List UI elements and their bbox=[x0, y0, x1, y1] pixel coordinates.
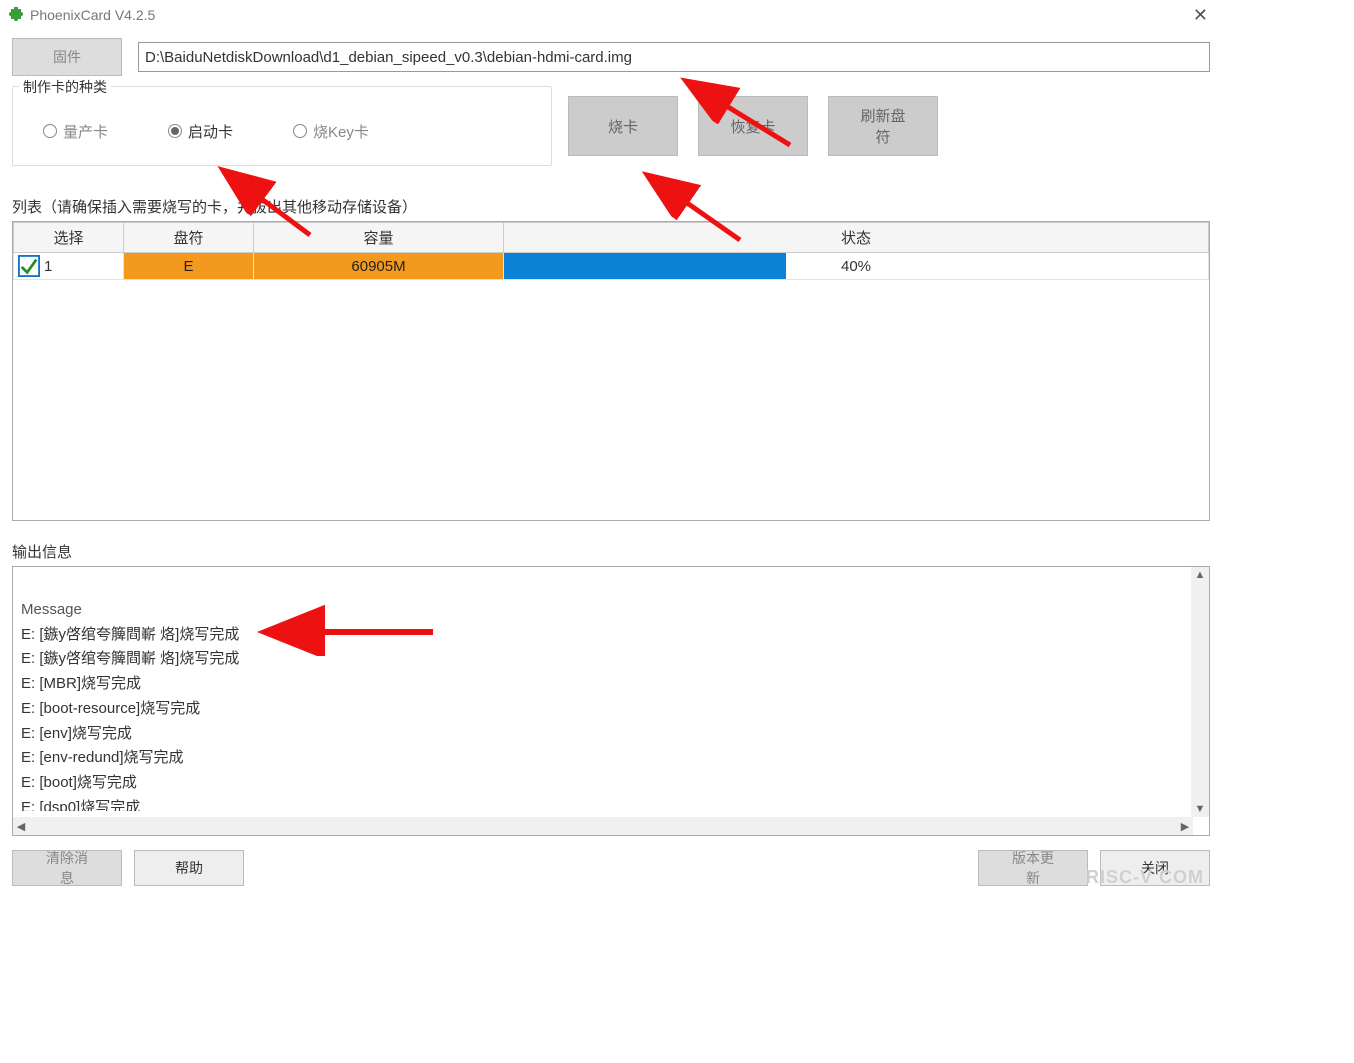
app-icon bbox=[8, 7, 24, 23]
th-status[interactable]: 状态 bbox=[504, 223, 1209, 253]
table-header-row: 选择 盘符 容量 状态 bbox=[14, 223, 1209, 253]
radio-mass-card[interactable]: 量产卡 bbox=[43, 121, 108, 142]
check-icon bbox=[18, 255, 40, 277]
cell-drive: E bbox=[124, 253, 254, 280]
radio-label: 启动卡 bbox=[188, 121, 233, 142]
firmware-button[interactable]: 固件 bbox=[12, 38, 122, 76]
vertical-scrollbar[interactable]: ▲ ▼ bbox=[1191, 567, 1209, 817]
log-line: E: [鏃у啓绾夸簲閰嶄 烙]烧写完成 bbox=[21, 626, 239, 643]
restore-button[interactable]: 恢复卡 bbox=[698, 96, 808, 156]
help-button[interactable]: 帮助 bbox=[134, 850, 244, 886]
options-row: 制作卡的种类 量产卡 启动卡 烧Key卡 bbox=[12, 86, 1210, 166]
log-line: E: [env-redund]烧写完成 bbox=[21, 749, 184, 766]
cell-capacity: 60905M bbox=[254, 253, 504, 280]
radio-boot-card[interactable]: 启动卡 bbox=[168, 121, 233, 142]
th-drive[interactable]: 盘符 bbox=[124, 223, 254, 253]
progress-text: 40% bbox=[504, 258, 1208, 275]
firmware-row: 固件 bbox=[12, 38, 1210, 76]
scroll-right-icon[interactable]: ▶ bbox=[1177, 818, 1193, 834]
refresh-button[interactable]: 刷新盘符 bbox=[828, 96, 938, 156]
output-label: 输出信息 bbox=[12, 541, 1210, 562]
output-box: Message E: [鏃у啓绾夸簲閰嶄 烙]烧写完成 E: [鏃у啓绾夸簲閰嶄… bbox=[12, 566, 1210, 836]
output-header: Message bbox=[21, 601, 82, 618]
content: 固件 制作卡的种类 量产卡 启动卡 烧Key卡 bbox=[0, 30, 1222, 898]
horizontal-scrollbar[interactable]: ◀ ▶ bbox=[13, 817, 1193, 835]
log-line: E: [鏃у啓绾夸簲閰嶄 烙]烧写完成 bbox=[21, 650, 239, 667]
radio-icon bbox=[43, 124, 57, 138]
log-line: E: [boot]烧写完成 bbox=[21, 774, 137, 791]
table-row[interactable]: 1 E 60905M 40% bbox=[14, 253, 1209, 280]
radio-key-card[interactable]: 烧Key卡 bbox=[293, 121, 369, 142]
device-list: 选择 盘符 容量 状态 1 bbox=[12, 221, 1210, 521]
device-table: 选择 盘符 容量 状态 1 bbox=[13, 222, 1209, 280]
burn-button[interactable]: 烧卡 bbox=[568, 96, 678, 156]
scroll-left-icon[interactable]: ◀ bbox=[13, 818, 29, 834]
titlebar: PhoenixCard V4.2.5 ✕ bbox=[0, 0, 1222, 30]
th-select[interactable]: 选择 bbox=[14, 223, 124, 253]
close-icon[interactable]: ✕ bbox=[1187, 5, 1214, 26]
log-line: E: [env]烧写完成 bbox=[21, 725, 132, 742]
log-line: E: [dsp0]烧写完成 bbox=[21, 799, 140, 811]
list-label: 列表（请确保插入需要烧写的卡，并拔出其他移动存储设备） bbox=[12, 196, 1210, 217]
scroll-down-icon[interactable]: ▼ bbox=[1192, 801, 1208, 817]
card-type-group: 制作卡的种类 量产卡 启动卡 烧Key卡 bbox=[12, 86, 552, 166]
card-type-radios: 量产卡 启动卡 烧Key卡 bbox=[13, 107, 551, 150]
cell-status: 40% bbox=[504, 253, 1209, 280]
log-line: E: [boot-resource]烧写完成 bbox=[21, 700, 200, 717]
radio-label: 量产卡 bbox=[63, 121, 108, 142]
clear-button[interactable]: 清除消息 bbox=[12, 850, 122, 886]
row-index: 1 bbox=[44, 258, 52, 275]
radio-icon bbox=[293, 124, 307, 138]
watermark: RISC-V COM bbox=[1086, 867, 1204, 888]
radio-label: 烧Key卡 bbox=[313, 121, 369, 142]
cell-select[interactable]: 1 bbox=[14, 253, 123, 279]
window-title: PhoenixCard V4.2.5 bbox=[30, 7, 155, 23]
radio-icon bbox=[168, 124, 182, 138]
update-button[interactable]: 版本更新 bbox=[978, 850, 1088, 886]
app-window: PhoenixCard V4.2.5 ✕ 固件 制作卡的种类 量产卡 启动卡 bbox=[0, 0, 1222, 898]
scroll-up-icon[interactable]: ▲ bbox=[1192, 567, 1208, 583]
th-capacity[interactable]: 容量 bbox=[254, 223, 504, 253]
action-buttons: 烧卡 恢复卡 刷新盘符 bbox=[568, 86, 938, 156]
log-line: E: [MBR]烧写完成 bbox=[21, 675, 141, 692]
card-type-label: 制作卡的种类 bbox=[19, 77, 111, 97]
output-text[interactable]: Message E: [鏃у啓绾夸簲閰嶄 烙]烧写完成 E: [鏃у啓绾夸簲閰嶄… bbox=[13, 567, 1209, 811]
firmware-path-input[interactable] bbox=[138, 42, 1210, 72]
footer: 清除消息 帮助 版本更新 关闭 bbox=[12, 850, 1210, 886]
